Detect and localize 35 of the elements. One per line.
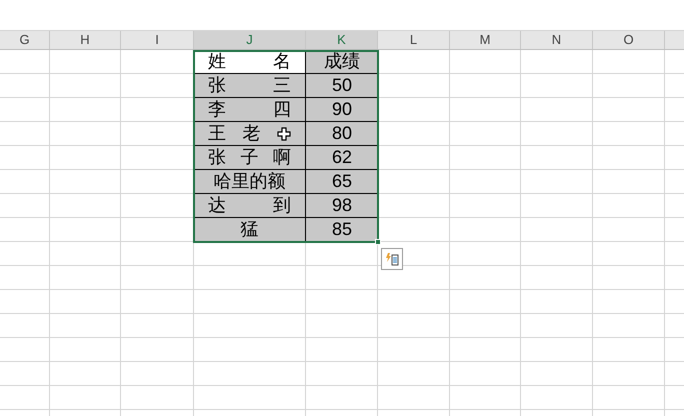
name-text: 四 — [273, 98, 291, 121]
name-text: 张 — [208, 74, 226, 97]
fill-handle[interactable] — [375, 239, 381, 245]
name-text: 三 — [273, 74, 291, 97]
column-header[interactable]: G — [0, 31, 50, 49]
column-header[interactable]: K — [306, 31, 378, 49]
name-text: 哈里的额 — [214, 170, 286, 193]
table-cell: 62 — [306, 146, 378, 170]
name-text: 老 — [242, 122, 260, 145]
column-header[interactable]: N — [521, 31, 593, 49]
column-header[interactable]: O — [593, 31, 665, 49]
table-cell: 80 — [306, 122, 378, 146]
name-text: 啊 — [273, 146, 291, 169]
cursor-icon — [277, 126, 291, 140]
name-text: 名 — [273, 50, 291, 73]
column-header[interactable]: J — [194, 31, 306, 49]
table-cell: 85 — [306, 218, 378, 242]
name-text: 李 — [208, 98, 226, 121]
column-header[interactable]: H — [50, 31, 121, 49]
table-cell: 成绩 — [306, 50, 378, 74]
name-text: 张 — [208, 146, 226, 169]
name-text: 到 — [273, 194, 291, 217]
table-cell: 50 — [306, 74, 378, 98]
name-text: 王 — [208, 122, 226, 145]
quick-analysis-button[interactable] — [381, 248, 403, 270]
column-header[interactable]: M — [450, 31, 521, 49]
name-text: 子 — [240, 146, 258, 169]
name-text: 猛 — [240, 218, 258, 241]
table-cell: 98 — [306, 194, 378, 218]
table-cell: 90 — [306, 98, 378, 122]
name-text: 达 — [208, 194, 226, 217]
quick-analysis-icon — [385, 252, 399, 266]
name-text: 姓 — [208, 50, 226, 73]
table-cell: 65 — [306, 170, 378, 194]
column-header[interactable]: L — [378, 31, 450, 49]
